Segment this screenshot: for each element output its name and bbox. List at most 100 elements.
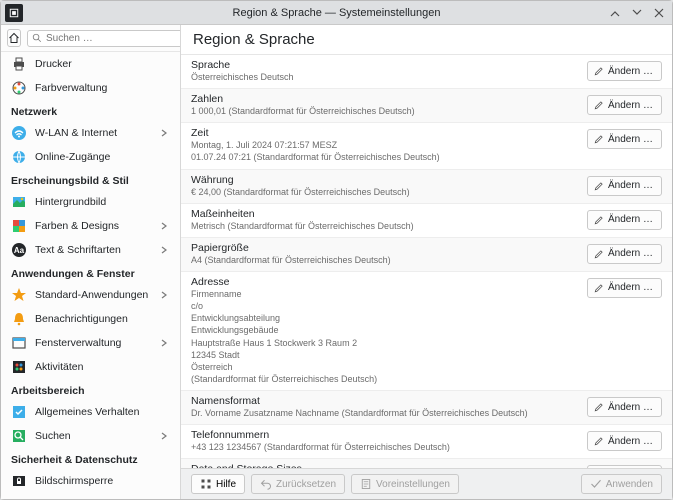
- sidebar-item-fensterverwaltung[interactable]: Fensterverwaltung: [1, 331, 180, 355]
- setting-description: 1 000,01 (Standardformat für Österreichi…: [191, 105, 587, 117]
- setting-description: Firmenname c/o Entwicklungsabteilung Ent…: [191, 288, 587, 385]
- change-button-label: Ändern …: [608, 180, 653, 191]
- sidebar-item-anwendungsberechtigungen[interactable]: Anwendungsberechtigungen: [1, 493, 180, 499]
- change-button[interactable]: Ändern …: [587, 278, 662, 298]
- check-icon: [590, 478, 602, 490]
- sidebar-item-standard-anwendungen[interactable]: Standard-Anwendungen: [1, 283, 180, 307]
- setting-title: Telefonnummern: [191, 429, 587, 441]
- wallpaper-icon: [11, 194, 27, 210]
- chevron-right-icon: [160, 432, 170, 440]
- setting-description: Dr. Vorname Zusatzname Nachname (Standar…: [191, 407, 587, 419]
- change-button[interactable]: Ändern …: [587, 61, 662, 81]
- sidebar-item-text-schriftarten[interactable]: Aa Text & Schriftarten: [1, 238, 180, 262]
- sidebar-item-label: Farben & Designs: [35, 220, 152, 232]
- sidebar-item-label: Hintergrundbild: [35, 196, 170, 208]
- lock-icon: [11, 473, 27, 489]
- help-icon: [200, 478, 212, 490]
- behavior-icon: [11, 404, 27, 420]
- setting-title: Papiergröße: [191, 242, 587, 254]
- sidebar-item-farbverwaltung[interactable]: Farbverwaltung: [1, 76, 180, 100]
- setting-row: SpracheÖsterreichisches DeutschÄndern …: [181, 55, 672, 89]
- shield-icon: [11, 497, 27, 499]
- setting-title: Maßeinheiten: [191, 208, 587, 220]
- sidebar: DruckerFarbverwaltungNetzwerkW-LAN & Int…: [1, 25, 181, 499]
- setting-description: Montag, 1. Juli 2024 07:21:57 MESZ 01.07…: [191, 139, 587, 163]
- chevron-right-icon: [160, 291, 170, 299]
- setting-title: Währung: [191, 174, 587, 186]
- close-button[interactable]: [652, 6, 666, 20]
- search-input[interactable]: [46, 33, 178, 44]
- setting-row: AdresseFirmenname c/o Entwicklungsabteil…: [181, 272, 672, 391]
- edit-icon: [594, 66, 604, 76]
- star-icon: [11, 287, 27, 303]
- undo-icon: [260, 478, 272, 490]
- change-button[interactable]: Ändern …: [587, 244, 662, 264]
- sidebar-heading: Sicherheit & Datenschutz: [1, 448, 180, 469]
- sidebar-item-label: Standard-Anwendungen: [35, 289, 152, 301]
- sidebar-item-w-lan-internet[interactable]: W-LAN & Internet: [1, 121, 180, 145]
- colors-icon: [11, 218, 27, 234]
- color-icon: [11, 80, 27, 96]
- footer: Hilfe Zurücksetzen Voreinstellungen Anwe…: [181, 468, 672, 499]
- apply-button: Anwenden: [581, 474, 662, 494]
- change-button[interactable]: Ändern …: [587, 431, 662, 451]
- online-icon: [11, 149, 27, 165]
- change-button[interactable]: Ändern …: [587, 95, 662, 115]
- setting-row: ZeitMontag, 1. Juli 2024 07:21:57 MESZ 0…: [181, 123, 672, 169]
- reset-button: Zurücksetzen: [251, 474, 345, 494]
- sidebar-item-label: Text & Schriftarten: [35, 244, 152, 256]
- sidebar-item-label: Suchen: [35, 430, 152, 442]
- activities-icon: [11, 359, 27, 375]
- minimize-button[interactable]: [608, 6, 622, 20]
- sidebar-item-label: Benachrichtigungen: [35, 313, 170, 325]
- setting-description: A4 (Standardformat für Österreichisches …: [191, 254, 587, 266]
- edit-icon: [594, 249, 604, 259]
- sidebar-heading: Anwendungen & Fenster: [1, 262, 180, 283]
- sidebar-heading: Netzwerk: [1, 100, 180, 121]
- fonts-icon: Aa: [11, 242, 27, 258]
- setting-row: Währung€ 24,00 (Standardformat für Öster…: [181, 170, 672, 204]
- edit-icon: [594, 134, 604, 144]
- sidebar-item-benachrichtigungen[interactable]: Benachrichtigungen: [1, 307, 180, 331]
- page-title: Region & Sprache: [181, 25, 672, 55]
- sidebar-item-suchen[interactable]: Suchen: [1, 424, 180, 448]
- setting-row: NamensformatDr. Vorname Zusatzname Nachn…: [181, 391, 672, 425]
- change-button-label: Ändern …: [608, 66, 653, 77]
- sidebar-item-aktivit-ten[interactable]: Aktivitäten: [1, 355, 180, 379]
- sidebar-item-label: Online-Zugänge: [35, 151, 170, 163]
- edit-icon: [594, 402, 604, 412]
- setting-title: Zeit: [191, 127, 587, 139]
- change-button-label: Ändern …: [608, 282, 653, 293]
- bell-icon: [11, 311, 27, 327]
- sidebar-item-drucker[interactable]: Drucker: [1, 52, 180, 76]
- sidebar-item-hintergrundbild[interactable]: Hintergrundbild: [1, 190, 180, 214]
- setting-title: Namensformat: [191, 395, 587, 407]
- sidebar-item-online-zug-nge[interactable]: Online-Zugänge: [1, 145, 180, 169]
- sidebar-item-label: Aktivitäten: [35, 361, 170, 373]
- window-title: Region & Sprache — Systemeinstellungen: [1, 7, 672, 19]
- change-button-label: Ändern …: [608, 214, 653, 225]
- search-icon: [11, 428, 27, 444]
- change-button-label: Ändern …: [608, 100, 653, 111]
- sidebar-heading: Arbeitsbereich: [1, 379, 180, 400]
- search-box[interactable]: [27, 30, 181, 47]
- change-button[interactable]: Ändern …: [587, 129, 662, 149]
- change-button-label: Ändern …: [608, 248, 653, 259]
- change-button[interactable]: Ändern …: [587, 397, 662, 417]
- document-icon: [360, 478, 372, 490]
- home-button[interactable]: [7, 29, 21, 47]
- sidebar-item-bildschirmsperre[interactable]: Bildschirmsperre: [1, 469, 180, 493]
- change-button[interactable]: Ändern …: [587, 176, 662, 196]
- sidebar-item-label: Allgemeines Verhalten: [35, 406, 170, 418]
- sidebar-item-farben-designs[interactable]: Farben & Designs: [1, 214, 180, 238]
- help-button[interactable]: Hilfe: [191, 474, 245, 494]
- change-button-label: Ändern …: [608, 436, 653, 447]
- maximize-button[interactable]: [630, 6, 644, 20]
- chevron-right-icon: [160, 246, 170, 254]
- setting-description: Metrisch (Standardformat für Österreichi…: [191, 220, 587, 232]
- sidebar-item-allgemeines-verhalten[interactable]: Allgemeines Verhalten: [1, 400, 180, 424]
- setting-title: Adresse: [191, 276, 587, 288]
- change-button[interactable]: Ändern …: [587, 210, 662, 230]
- setting-description: € 24,00 (Standardformat für Österreichis…: [191, 186, 587, 198]
- defaults-button: Voreinstellungen: [351, 474, 459, 494]
